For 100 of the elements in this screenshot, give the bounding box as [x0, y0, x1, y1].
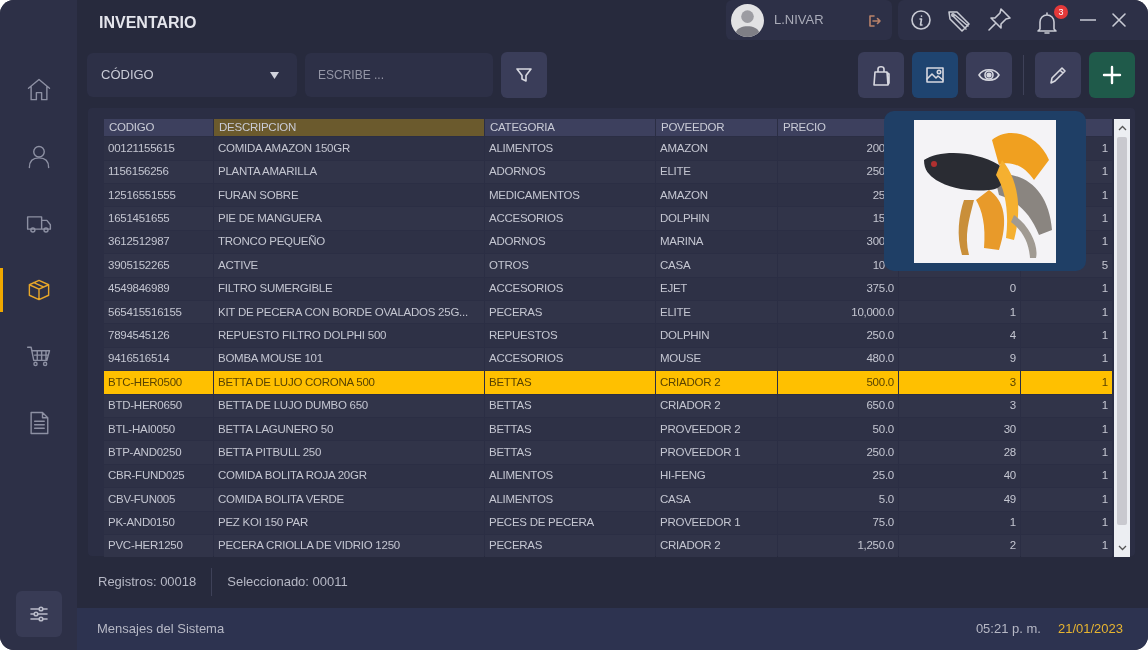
table-row[interactable]: BTL-HAI0050 BETTA LAGUNERO 50 BETTAS PROVEEDOR 2 50.0 30 1 [104, 416, 1112, 441]
table-cell: BETTAS [489, 445, 532, 458]
close-button[interactable] [1110, 11, 1128, 29]
table-cell: 3 [1009, 399, 1016, 412]
table-cell: AMAZON [660, 188, 708, 201]
scrollbar[interactable] [1114, 119, 1130, 557]
table-row[interactable]: 4549846989 FILTRO SUMERGIBLE ACCESORIOS EJET 375.0 0 1 [104, 276, 1112, 300]
scroll-down-icon[interactable] [1117, 545, 1127, 551]
caret-icon [270, 71, 279, 79]
image-button[interactable] [912, 52, 958, 98]
table-cell: 1 [1009, 305, 1016, 318]
table-cell: EJET [660, 282, 688, 295]
table-cell: 30 [1003, 422, 1016, 435]
table-row[interactable]: BTP-AND0250 BETTA PITBULL 250 BETTAS PROVEEDOR 1 250.0 28 1 [104, 440, 1112, 464]
table-row[interactable]: BTD-HER0650 BETTA DE LUJO DUMBO 650 BETTAS CRIADOR 2 650.0 3 1 [104, 393, 1112, 417]
edit-button[interactable] [1035, 52, 1081, 98]
table-cell: CRIADOR 2 [660, 399, 721, 412]
scroll-up-icon[interactable] [1117, 125, 1127, 131]
table-cell: 4 [1009, 328, 1016, 341]
table-cell: KIT DE PECERA CON BORDE OVALADOS 25G... [218, 305, 468, 318]
table-row[interactable]: CBR-FUND025 COMIDA BOLITA ROJA 20GR ALIMENTOS HI-FENG 25.0 40 1 [104, 463, 1112, 488]
table-cell: 480.0 [866, 352, 894, 365]
table-cell: 3612512987 [108, 235, 170, 248]
table-cell: DOLPHIN [660, 212, 710, 224]
table-cell: 250.0 [866, 445, 894, 458]
tag-button[interactable] [946, 8, 972, 32]
table-cell: 1 [1101, 445, 1108, 458]
table-cell: TRONCO PEQUEÑO [218, 235, 326, 248]
table-cell: BETTAS [489, 375, 532, 388]
pencil-icon [1047, 64, 1069, 86]
table-cell: COMIDA BOLITA VERDE [218, 492, 345, 505]
table-cell: DOLPHIN [660, 328, 710, 341]
table-cell: 1 [1101, 212, 1108, 224]
user-name: L.NIVAR [774, 11, 824, 30]
table-cell: CBR-FUND025 [108, 469, 185, 482]
table-cell: CASA [660, 258, 691, 271]
table-cell: PLANTA AMARILLA [218, 165, 317, 178]
table-cell: 1 [1101, 539, 1108, 552]
table-cell: CRIADOR 2 [660, 539, 721, 552]
column-header[interactable]: CATEGORIA [485, 119, 655, 137]
view-button[interactable] [966, 52, 1012, 98]
column-header[interactable]: DESCRIPCION [214, 119, 484, 137]
notification-badge: 3 [1054, 5, 1068, 19]
table-row[interactable]: 12516551555 FURAN SOBRE MEDICAMENTOS AMAZON 25 1 [104, 183, 1112, 207]
table-row[interactable]: CBV-FUN005 COMIDA BOLITA VERDE ALIMENTOS CASA 5.0 49 1 [104, 487, 1112, 511]
table-row[interactable]: 9416516514 BOMBA MOUSE 101 ACCESORIOS MOUSE 480.0 9 1 [104, 346, 1112, 371]
table-cell: 50.0 [872, 422, 894, 435]
table-cell: 1 [1009, 516, 1016, 529]
column-header[interactable]: POVEEDOR [656, 119, 777, 137]
table-cell: REPUESTO FILTRO DOLPHI 500 [218, 328, 387, 341]
table-cell: ALIMENTOS [489, 492, 553, 505]
table-cell: PECERA CRIOLLA DE VIDRIO 1250 [218, 539, 400, 552]
table-cell: 1156156256 [108, 165, 169, 178]
table-cell: 1 [1101, 422, 1108, 435]
table-cell: PEZ KOI 150 PAR [218, 516, 308, 529]
table-row[interactable]: 565415516155 KIT DE PECERA CON BORDE OVALADOS 25G... PECERAS ELITE 10,000.0 1 1 [104, 300, 1112, 324]
info-button[interactable] [910, 9, 932, 31]
table-cell: 9 [1009, 352, 1016, 365]
bag-button[interactable] [858, 52, 904, 98]
records-count: Registros: 00018 [98, 573, 197, 592]
window-title: INVENTARIO [99, 13, 197, 33]
add-button[interactable] [1089, 52, 1135, 98]
table-cell: 49 [1003, 492, 1016, 505]
table-cell: CASA [660, 492, 691, 505]
table-cell: BETTA DE LUJO DUMBO 650 [218, 399, 368, 412]
table-row[interactable]: PK-AND0150 PEZ KOI 150 PAR PECES DE PECERA PROVEEDOR 1 75.0 1 1 [104, 510, 1112, 534]
table-cell: 75.0 [872, 516, 894, 529]
status-message: Mensajes del Sistema [97, 620, 225, 639]
table-cell: PECERAS [489, 539, 543, 552]
plus-icon [1101, 64, 1123, 86]
table-row[interactable]: BTC-HER0500 BETTA DE LUJO CORONA 500 BETTAS CRIADOR 2 500.0 3 1 [104, 370, 1112, 394]
table-cell: FURAN SOBRE [218, 188, 299, 201]
table-cell: 12516551555 [108, 188, 176, 201]
table-cell: PROVEEDOR 1 [660, 445, 741, 458]
minimize-icon [1080, 19, 1096, 21]
pin-button[interactable] [986, 7, 1012, 33]
table-row[interactable]: PVC-HER1250 PECERA CRIOLLA DE VIDRIO 1250 PECERAS CRIADOR 2 1,250.0 2 1 [104, 533, 1112, 558]
table-cell: BETTA PITBULL 250 [218, 445, 322, 458]
filter-button[interactable] [501, 52, 547, 98]
filter-dropdown[interactable]: CÓDIGO [87, 53, 297, 97]
column-header[interactable]: CODIGO [104, 119, 213, 137]
settings-button[interactable] [15, 591, 62, 637]
table-cell: OTROS [489, 258, 529, 271]
table-cell: 1 [1101, 165, 1108, 178]
table-cell: PECERAS [489, 305, 543, 318]
table-cell: PECES DE PECERA [489, 516, 594, 529]
status-date: 21/01/2023 [1057, 620, 1123, 639]
table-cell: ACCESORIOS [489, 352, 564, 365]
table-cell: BTD-HER0650 [108, 399, 182, 412]
table-cell: PK-AND0150 [108, 516, 175, 529]
status-time: 05:21 p. m. [975, 620, 1041, 639]
table-cell: 0 [1009, 282, 1016, 295]
notifications-button[interactable]: 3 [1036, 5, 1068, 35]
table-cell: BOMBA MOUSE 101 [218, 352, 323, 365]
search-field[interactable]: ESCRIBE ... [305, 53, 493, 97]
table-cell: ELITE [660, 305, 691, 318]
table-row[interactable]: 7894545126 REPUESTO FILTRO DOLPHI 500 REPUESTOS DOLPHIN 250.0 4 1 [104, 323, 1112, 347]
table-cell: 5.0 [878, 492, 894, 505]
table-cell: MARINA [660, 235, 704, 248]
table-cell: 2 [1009, 539, 1016, 552]
